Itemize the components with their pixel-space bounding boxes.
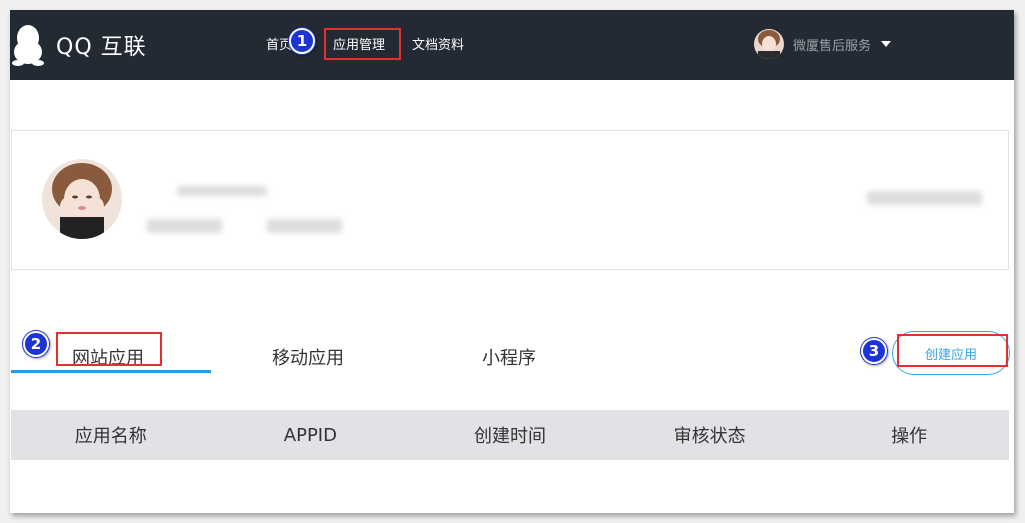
column-header-appid: APPID: [283, 424, 337, 446]
caret-down-icon: [881, 41, 892, 47]
step-badge-3: 3: [861, 338, 887, 364]
user-avatar: [754, 29, 784, 59]
user-name: 微厦售后服务: [793, 38, 872, 54]
column-header-actions: 操作: [891, 426, 928, 447]
blurred-text: [147, 219, 222, 233]
column-header-created-time: 创建时间: [473, 426, 546, 447]
app-table-header: 应用名称 APPID 创建时间 审核状态 操作: [11, 410, 1009, 460]
profile-avatar-image: [42, 159, 122, 239]
brand-name: QQ 互联: [56, 35, 147, 60]
highlight-box-create-app: [897, 334, 1008, 367]
brand-logo[interactable]: QQ 互联: [12, 24, 147, 66]
blurred-text: [867, 191, 982, 205]
qq-penguin-icon: [12, 25, 44, 66]
blurred-text: [267, 219, 342, 233]
column-header-app-name: 应用名称: [74, 426, 147, 447]
column-header-review-status: 审核状态: [673, 426, 746, 447]
highlight-box-app-management: [324, 28, 401, 60]
user-menu[interactable]: 微厦售后服务: [754, 29, 892, 59]
nav-docs-link[interactable]: 文档资料: [412, 34, 464, 53]
step-badge-1: 1: [289, 28, 315, 54]
tab-mini-programs[interactable]: 小程序: [482, 344, 536, 370]
step-badge-2: 2: [23, 331, 49, 357]
profile-avatar: [42, 159, 122, 239]
page-frame: QQ 互联 首页 应用管理 文档资料 1 微厦售后服务 网站应用 移动应用 小程…: [10, 10, 1014, 513]
tab-mobile-apps[interactable]: 移动应用: [272, 344, 344, 370]
highlight-box-website-apps: [56, 332, 162, 366]
developer-profile-card: [11, 130, 1009, 270]
top-navbar: QQ 互联 首页 应用管理 文档资料 1 微厦售后服务: [10, 10, 1014, 80]
active-tab-indicator: [11, 370, 211, 373]
blurred-text: [177, 186, 267, 196]
